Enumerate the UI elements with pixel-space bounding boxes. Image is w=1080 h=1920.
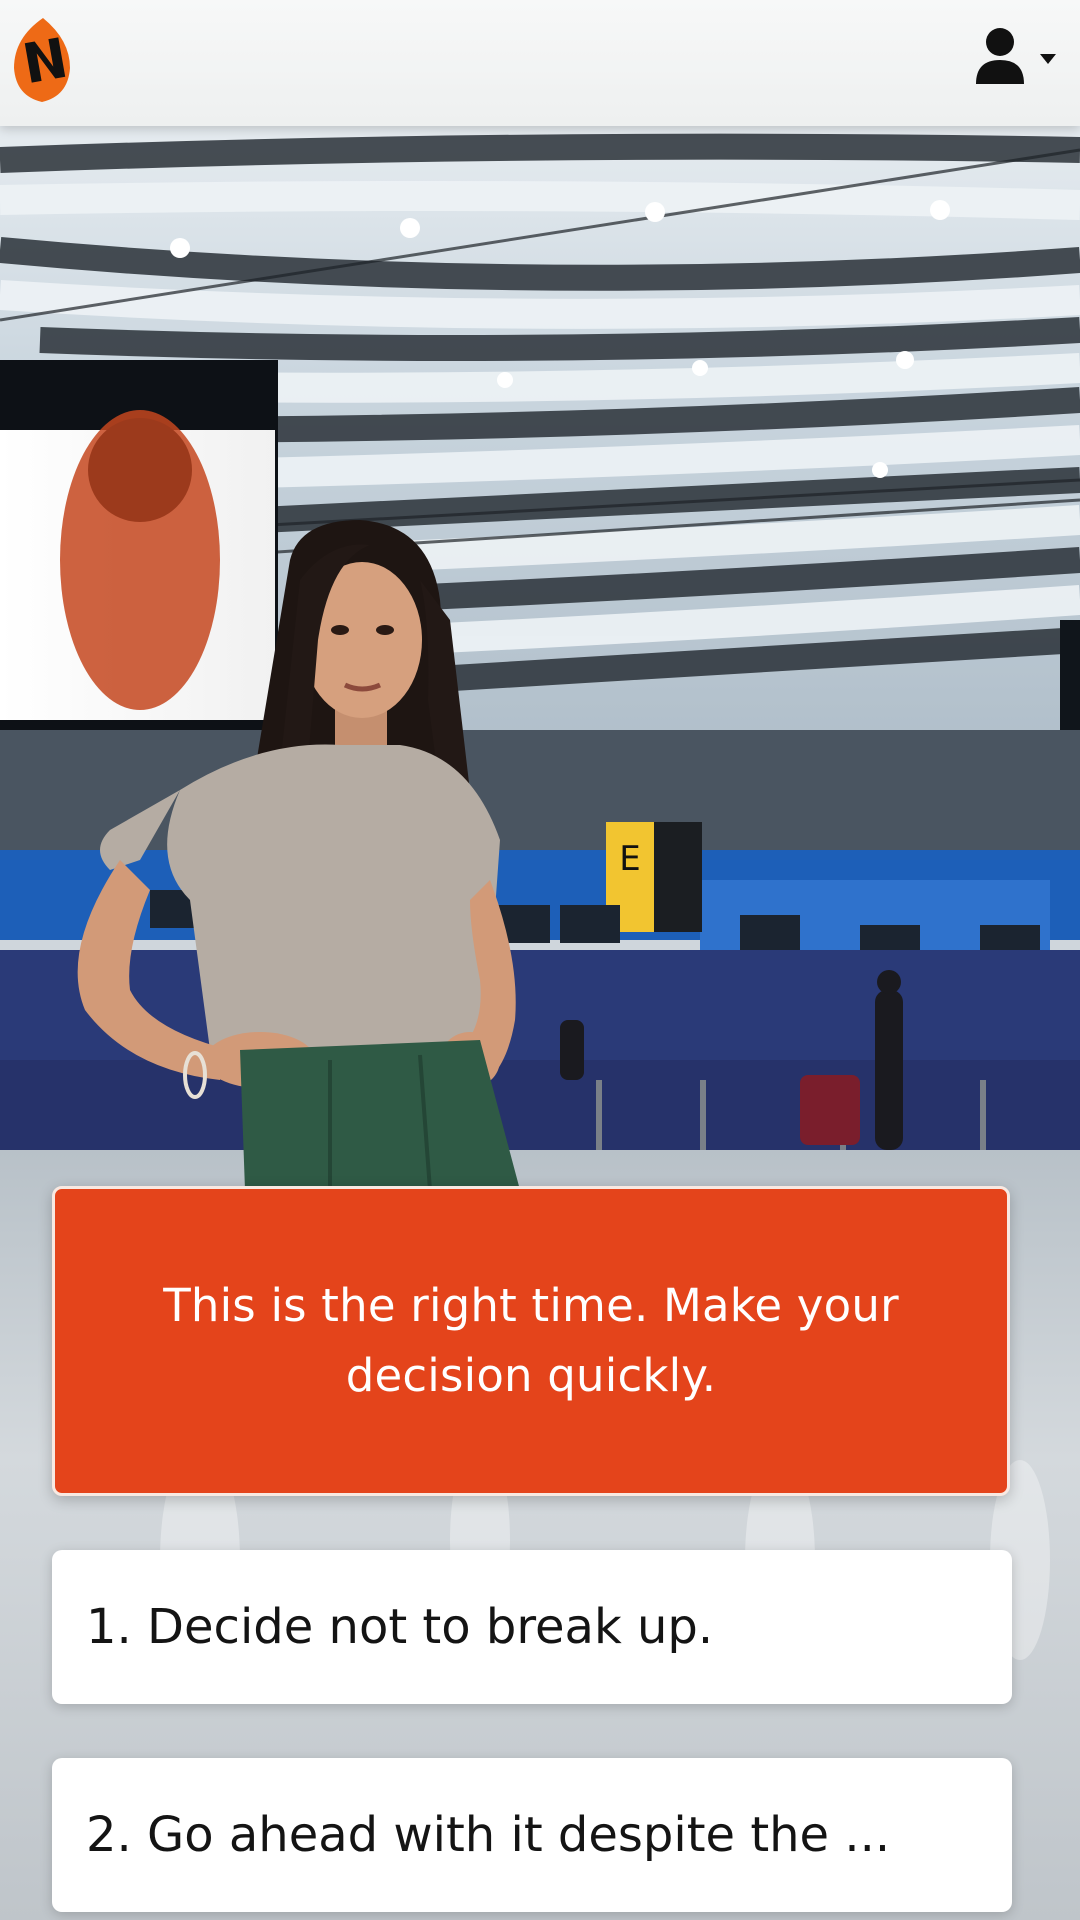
choice-option-label: 2. Go ahead with it despite the ...: [86, 1807, 891, 1863]
choice-option-label: 1. Decide not to break up.: [86, 1599, 714, 1655]
caret-down-icon: [1040, 54, 1056, 64]
top-app-bar: [0, 0, 1080, 126]
dialogue-card: This is the right time. Make your decisi…: [52, 1186, 1010, 1496]
n-brand-logo[interactable]: [12, 16, 74, 102]
profile-menu-button[interactable]: [966, 24, 1066, 94]
user-icon: [976, 28, 1024, 84]
terminal-sign-letter: E: [619, 839, 640, 879]
dialogue-text: This is the right time. Make your decisi…: [163, 1279, 899, 1402]
n-logo-icon: [14, 18, 70, 102]
choice-option-1[interactable]: 1. Decide not to break up.: [52, 1550, 1012, 1704]
choice-option-2[interactable]: 2. Go ahead with it despite the ...: [52, 1758, 1012, 1912]
